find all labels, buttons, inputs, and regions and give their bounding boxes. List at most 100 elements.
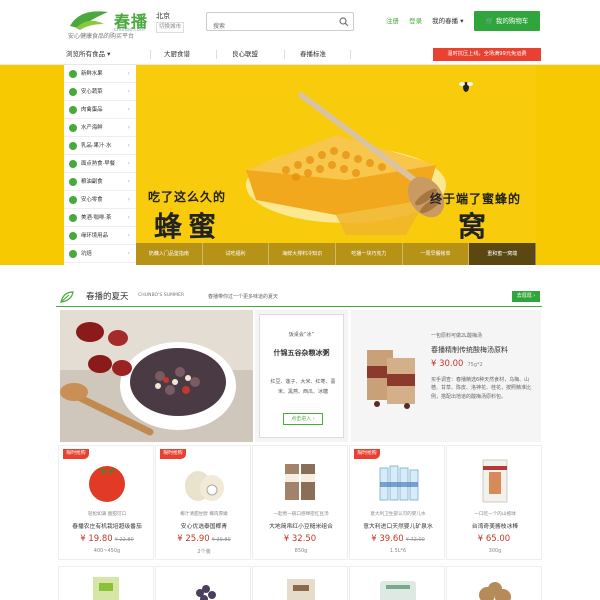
chevron-right-icon: › [127,178,130,185]
original-price: ¥ 72.00 [405,537,425,543]
section-header: 春播的夏天 CHUNBO'S SUMMER 春播带你过一个更多味道的夏天 去逛逛… [56,287,542,307]
section-subtitle-en: CHUNBO'S SUMMER [138,293,185,298]
feature-product-card[interactable]: 一包原料可做2L酸梅汤 春播精制传统酸梅汤原料 ¥ 30.00 75g*2 买手调… [351,310,541,442]
product-grid: 限时抢购 轻松如满 酸甜可口 春播农庄有机栽培超级番茄 ¥ 19.80 ¥ 22.… [58,445,542,600]
price-value: ¥ 30.00 [431,359,464,369]
promo-banner[interactable]: 温时抗压上线，全场满99元免运费 [433,48,541,61]
section-title: 春播的夏天 [86,292,129,302]
banner-tabs: 奶藕入门品鉴指南 试吃福利 海鲜大排料冷知识 吃播一块巧克力 一周早餐帐单 重和… [136,243,537,265]
product-desc: 轻松如满 酸甜可口 [87,512,127,517]
product-card[interactable] [252,566,348,600]
home-icon [69,232,77,240]
category-sidebar: 新鲜水果 › 安心蔬菜 › 肉禽蛋品 › 水产海鲜 › 乳品·果汁·水 › 面点熟食·早餐… [64,65,136,265]
section-description: 春播带你过一个更多味道的夏天 [208,294,279,300]
product-weight: 2个装 [197,549,211,555]
category-item[interactable]: 面点熟食·早餐 › [64,155,136,173]
original-price: ¥ 22.80 [114,537,134,543]
porridge-image[interactable] [60,310,253,442]
product-card[interactable] [446,566,542,600]
fruit-icon [69,70,77,78]
feature-kicker: 饭桌会“冰” [288,332,315,338]
login-link[interactable]: 登录 [409,17,422,25]
nav-divider [150,50,151,59]
category-item[interactable]: 安心蔬菜 › [64,83,136,101]
product-price: ¥ 32.50 [253,534,349,544]
banner-tab[interactable]: 海鲜大排料冷知识 [269,243,337,265]
category-item[interactable]: 新鲜水果 › [64,65,136,83]
enter-button[interactable]: 点击进入 › [283,413,323,425]
product-price: ¥ 39.60 ¥ 72.00 [350,534,446,544]
nav-item-standard[interactable]: 春播标准 [300,44,326,65]
product-name[interactable]: 安心优选泰国椰青 [158,521,250,530]
product-name[interactable]: 大地简帛红小豆糙米组合 [255,521,347,530]
product-name[interactable]: 春播农庄有机栽培超级番茄 [61,521,153,530]
product-card[interactable] [155,566,251,600]
leaf-icon [60,291,74,303]
city-selector[interactable]: 北京 切换城市 [156,12,185,33]
product-card[interactable]: 限时抢购 轻松如满 酸甜可口 春播农庄有机栽培超级番茄 ¥ 19.80 ¥ 22.… [58,445,154,560]
category-label: 美酒·咖啡·茶 [81,215,112,221]
hero-banner[interactable]: 新鲜水果 › 安心蔬菜 › 肉禽蛋品 › 水产海鲜 › 乳品·果汁·水 › 面点熟食·早餐… [0,65,600,265]
nav-item-alliance[interactable]: 良心联盟 [232,44,258,65]
search-input[interactable] [207,18,327,35]
nav-divider [350,50,351,59]
product-card[interactable]: 限时抢购 椰汁清甜甘醇 椰肉厚嫩 安心优选泰国椰青 ¥ 25.90 ¥ 39.80… [155,445,251,560]
category-item[interactable]: 粮油副食 › [64,173,136,191]
city-switch[interactable]: 切换城市 [156,22,185,33]
chevron-right-icon: › [127,70,130,77]
chevron-right-icon: › [127,250,130,257]
product-image [93,577,119,600]
category-label: 安心蔬菜 [81,89,103,95]
banner-tab[interactable]: 吃播一块巧克力 [336,243,403,265]
category-item[interactable]: 安心零食 › [64,191,136,209]
search-icon[interactable] [339,17,349,27]
product-tagline: 一包原料可做2L酸梅汤 [431,333,482,339]
cart-button[interactable]: 🛒 我的购物车 [474,11,540,31]
product-weight: 300g [488,548,502,554]
nav-divider [284,50,285,59]
category-item[interactable]: 坑焙 › [64,245,136,263]
product-weight: 400~450g [93,548,121,554]
product-name[interactable]: 台湾奇美酱枝冰棒 [449,521,541,530]
chevron-right-icon: › [127,142,130,149]
product-price: ¥ 30.00 75g*2 [431,359,483,369]
product-card[interactable]: 一起煮一锅口感绵密红豆汤 大地简帛红小豆糙米组合 ¥ 32.50 850g [252,445,348,560]
price-value: ¥ 19.80 [80,534,113,544]
popsicle-icon [482,459,508,503]
nav-item-recipes[interactable]: 大厨食谱 [164,44,190,65]
chevron-right-icon: › [127,124,130,131]
cart-icon: 🛒 [485,17,494,25]
category-item[interactable]: 水产海鲜 › [64,119,136,137]
product-card[interactable]: 一口吃一个的山楂球 台湾奇美酱枝冰棒 ¥ 65.00 300g [446,445,542,560]
product-card[interactable] [349,566,445,600]
beans-icon [285,464,315,500]
product-name[interactable]: 意大利进口天然婴儿矿泉水 [352,521,444,530]
meat-icon [69,106,77,114]
section-more-button[interactable]: 去逛逛 › [512,291,540,302]
banner-word-right: 窝 [458,210,487,243]
product-card[interactable] [58,566,154,600]
category-label: 缘环境用品 [81,233,108,239]
bakery-icon [69,250,77,258]
category-label: 乳品·果汁·水 [81,143,112,149]
banner-tab[interactable]: 奶藕入门品鉴指南 [136,243,203,265]
wine-icon [69,214,77,222]
cart-label: 我的购物车 [495,17,529,25]
product-image [380,581,416,600]
snack-icon [69,196,77,204]
category-item[interactable]: 乳品·果汁·水 › [64,137,136,155]
register-link[interactable]: 注册 [386,17,399,25]
vegetable-icon [69,88,77,96]
banner-tab[interactable]: 一周早餐帐单 [402,243,470,265]
grain-icon [69,178,77,186]
category-item[interactable]: 美酒·咖啡·茶 › [64,209,136,227]
category-item[interactable]: 肉禽蛋品 › [64,101,136,119]
my-account-link[interactable]: 我的春播 ▾ [432,17,463,25]
banner-tab-active[interactable]: 重和蜜一窝端 [469,243,537,265]
browse-all-dropdown[interactable]: 浏览所有食品 ▾ [56,44,136,65]
product-card[interactable]: 限时抢购 意大利卫生部认可的婴儿水 意大利进口天然婴儿矿泉水 ¥ 39.60 ¥ … [349,445,445,560]
feature-recipe-card[interactable]: 饭桌会“冰” 什锦五谷杂粮冰粥 红豆、莲子、大米、红枣、薏米、黑燕、西瓜、冰糖 … [255,310,348,442]
banner-tab[interactable]: 试吃福利 [202,243,270,265]
tomato-icon [89,466,125,502]
category-item[interactable]: 缘环境用品 › [64,227,136,245]
